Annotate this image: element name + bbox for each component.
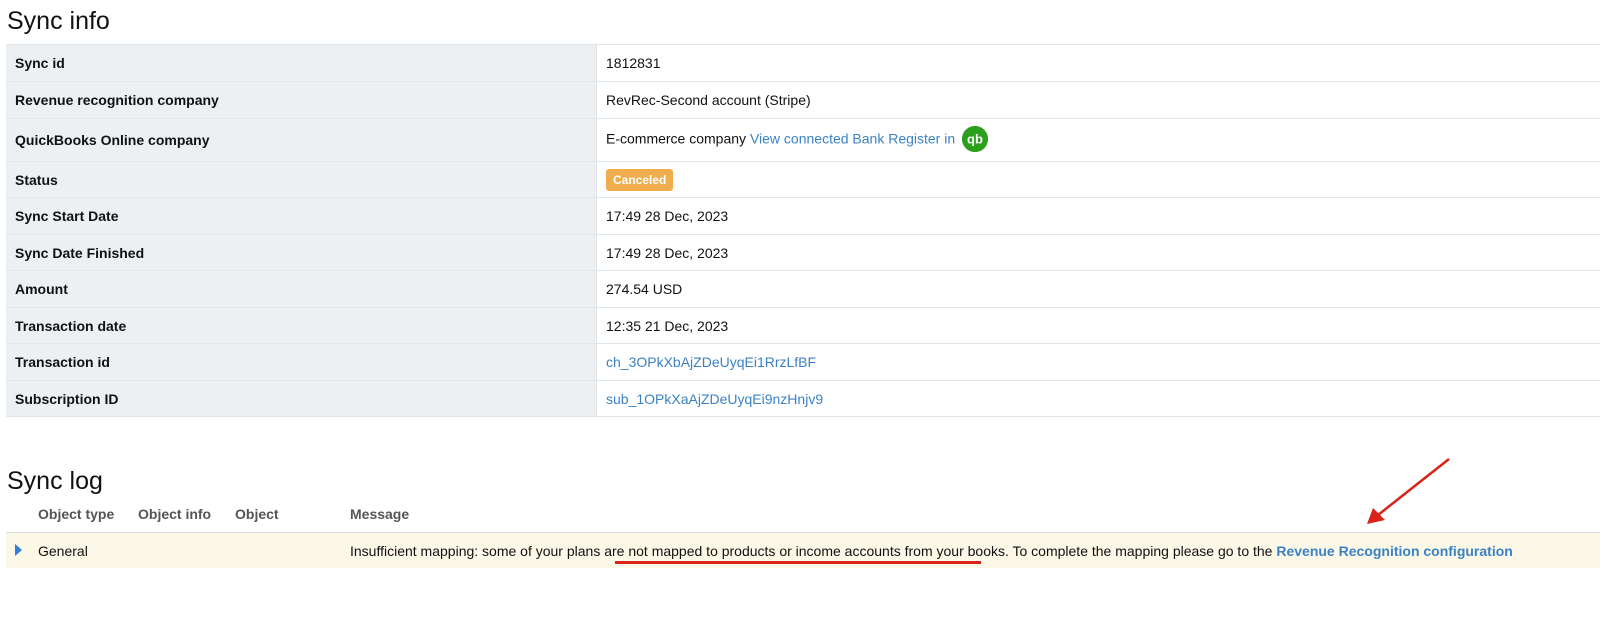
column-message[interactable]: Message	[350, 506, 409, 522]
amount-value: 274.54 USD	[596, 270, 1600, 308]
qbo-company-value: E-commerce company	[606, 130, 747, 147]
sync-id-label: Sync id	[6, 44, 597, 82]
expand-triangle-icon[interactable]	[15, 544, 22, 556]
row-transaction-id: Transaction id ch_3OPkXbAjZDeUyqEi1RrzLf…	[6, 343, 1600, 381]
view-bank-register-link[interactable]: View connected Bank Register in	[750, 131, 955, 147]
revenue-recognition-config-link[interactable]: Revenue Recognition configuration	[1276, 543, 1512, 559]
log-message: Insufficient mapping: some of your plans…	[350, 543, 1513, 559]
column-object[interactable]: Object	[235, 506, 279, 522]
revrec-company-label: Revenue recognition company	[6, 81, 597, 119]
transaction-date-value: 12:35 21 Dec, 2023	[596, 307, 1600, 344]
sync-start-label: Sync Start Date	[6, 197, 597, 235]
sync-info-table: Sync id 1812831 Revenue recognition comp…	[6, 44, 1600, 417]
row-sync-finished: Sync Date Finished 17:49 28 Dec, 2023	[6, 234, 1600, 271]
sync-start-value: 17:49 28 Dec, 2023	[596, 197, 1600, 235]
subscription-id-label: Subscription ID	[6, 380, 597, 417]
transaction-id-link[interactable]: ch_3OPkXbAjZDeUyqEi1RrzLfBF	[606, 354, 816, 370]
sync-log-title: Sync log	[7, 467, 103, 495]
qbo-company-label: QuickBooks Online company	[6, 118, 597, 162]
row-amount: Amount 274.54 USD	[6, 270, 1600, 308]
qbo-company-cell: E-commerce company View connected Bank R…	[596, 118, 1600, 162]
amount-label: Amount	[6, 270, 597, 308]
row-sync-start: Sync Start Date 17:49 28 Dec, 2023	[6, 197, 1600, 235]
row-status: Status Canceled	[6, 161, 1600, 198]
column-object-type[interactable]: Object type	[38, 506, 114, 522]
row-transaction-date: Transaction date 12:35 21 Dec, 2023	[6, 307, 1600, 344]
quickbooks-logo-icon[interactable]: qb	[962, 126, 989, 152]
sync-finished-value: 17:49 28 Dec, 2023	[596, 234, 1600, 271]
status-label: Status	[6, 161, 597, 198]
log-message-text: Insufficient mapping: some of your plans…	[350, 543, 1277, 559]
column-object-info[interactable]: Object info	[138, 506, 211, 522]
sync-finished-label: Sync Date Finished	[6, 234, 597, 271]
row-sync-id: Sync id 1812831	[6, 44, 1600, 82]
row-subscription-id: Subscription ID sub_1OPkXaAjZDeUyqEi9nzH…	[6, 380, 1600, 417]
row-revrec-company: Revenue recognition company RevRec-Secon…	[6, 81, 1600, 119]
svg-text:qb: qb	[967, 132, 983, 147]
revrec-company-value: RevRec-Second account (Stripe)	[596, 81, 1600, 119]
status-badge: Canceled	[606, 168, 674, 191]
subscription-id-link[interactable]: sub_1OPkXaAjZDeUyqEi9nzHnjv9	[606, 391, 823, 407]
sync-info-title: Sync info	[7, 7, 110, 35]
row-qbo-company: QuickBooks Online company E-commerce com…	[6, 118, 1600, 162]
red-underline-annotation	[615, 561, 981, 564]
transaction-id-label: Transaction id	[6, 343, 597, 381]
log-object-type: General	[38, 543, 88, 559]
sync-id-value: 1812831	[596, 44, 1600, 82]
transaction-date-label: Transaction date	[6, 307, 597, 344]
sync-log-header: Object type Object info Object Message	[6, 498, 1600, 534]
